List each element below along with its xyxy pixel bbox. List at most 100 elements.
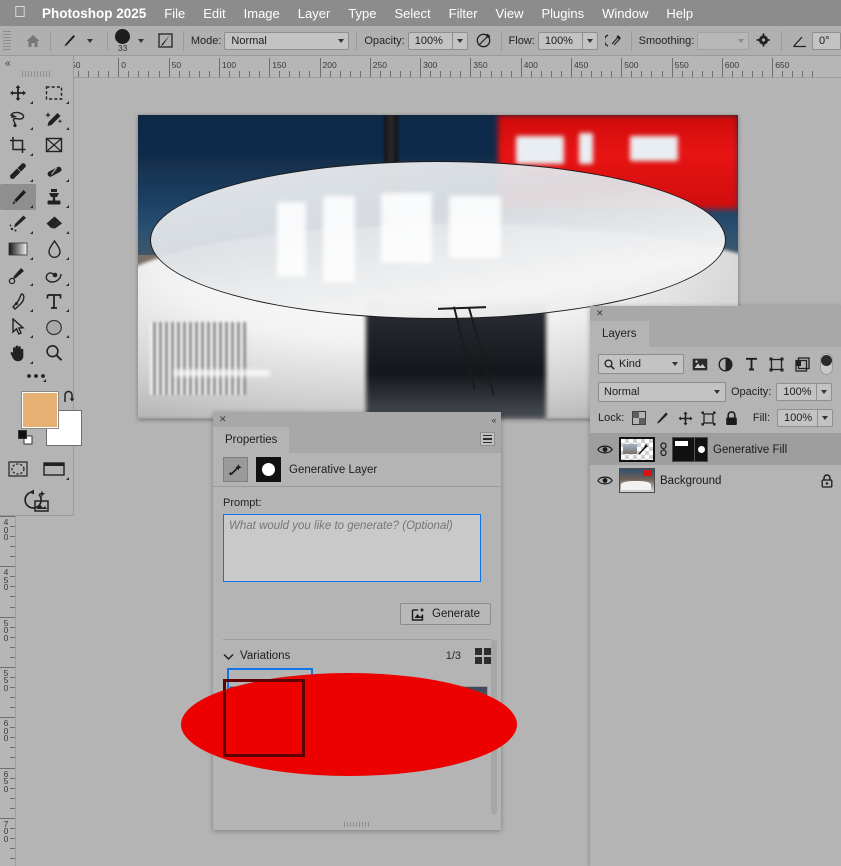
- home-icon[interactable]: [23, 30, 44, 52]
- menu-item-select[interactable]: Select: [395, 6, 431, 21]
- layer-row-generative-fill[interactable]: Generative Fill: [590, 434, 841, 465]
- fill-input[interactable]: 100%: [777, 409, 817, 427]
- frame-tool[interactable]: [36, 132, 72, 158]
- object-selection-tool[interactable]: [36, 106, 72, 132]
- more-tools-icon[interactable]: [0, 366, 73, 388]
- pen-tool[interactable]: [0, 288, 36, 314]
- shape-layer-filter-icon[interactable]: [767, 354, 787, 374]
- eye-icon[interactable]: [596, 475, 614, 486]
- properties-resize-grip[interactable]: [344, 822, 370, 827]
- menu-item-window[interactable]: Window: [602, 6, 648, 21]
- swap-colors-icon[interactable]: [62, 390, 78, 404]
- filter-toggle-icon[interactable]: [820, 353, 833, 375]
- crop-tool[interactable]: [0, 132, 36, 158]
- pen-tool-alt[interactable]: [36, 262, 72, 288]
- brush-panel-icon[interactable]: [155, 30, 176, 52]
- filter-kind-select[interactable]: Kind: [598, 354, 685, 374]
- history-brush-tool[interactable]: [0, 210, 36, 236]
- eye-icon[interactable]: [596, 444, 614, 455]
- lock-artboard-icon[interactable]: [700, 410, 716, 426]
- variation-thumbnail-3[interactable]: [406, 686, 488, 734]
- brush-size-caret[interactable]: [130, 30, 151, 52]
- menu-item-filter[interactable]: Filter: [449, 6, 478, 21]
- menu-item-file[interactable]: File: [164, 6, 185, 21]
- brush-tool[interactable]: [0, 184, 36, 210]
- smart-object-filter-icon[interactable]: [792, 354, 812, 374]
- menu-item-plugins[interactable]: Plugins: [541, 6, 584, 21]
- opacity-input[interactable]: 100%: [407, 31, 452, 50]
- path-selection-tool[interactable]: [0, 314, 36, 340]
- layer-blend-mode-select[interactable]: Normal: [598, 382, 726, 402]
- type-tool[interactable]: [36, 288, 72, 314]
- options-bar-grip[interactable]: [3, 30, 11, 51]
- collapse-panel-icon[interactable]: «: [5, 58, 10, 69]
- grid-view-icon[interactable]: [475, 648, 491, 664]
- gear-icon[interactable]: [753, 30, 774, 52]
- properties-scrollbar[interactable]: [491, 640, 497, 815]
- layer-mask-icon[interactable]: [256, 457, 281, 482]
- smoothing-select[interactable]: [697, 31, 750, 50]
- move-tool[interactable]: [0, 80, 36, 106]
- lock-position-icon[interactable]: [677, 410, 693, 426]
- collapse-panel-icon[interactable]: «: [491, 415, 496, 425]
- blend-mode-select[interactable]: Normal: [224, 31, 350, 50]
- clone-stamp-tool[interactable]: [36, 184, 72, 210]
- airbrush-icon[interactable]: [603, 30, 624, 52]
- eyedropper-tool[interactable]: [0, 158, 36, 184]
- lock-transparent-pixels-icon[interactable]: [631, 410, 647, 426]
- generative-fill-icon[interactable]: [15, 486, 59, 516]
- pixel-layer-filter-icon[interactable]: [690, 354, 710, 374]
- chevron-down-icon[interactable]: [223, 652, 234, 661]
- layer-mask-thumbnail[interactable]: [672, 437, 708, 462]
- pressure-opacity-icon[interactable]: [473, 30, 494, 52]
- type-layer-filter-icon[interactable]: [741, 354, 761, 374]
- menu-item-view[interactable]: View: [496, 6, 524, 21]
- zoom-tool[interactable]: [36, 340, 72, 366]
- lock-icon[interactable]: [821, 473, 833, 488]
- menu-item-image[interactable]: Image: [244, 6, 280, 21]
- prompt-input[interactable]: [223, 514, 481, 582]
- tab-properties[interactable]: Properties: [213, 427, 290, 453]
- layers-titlebar[interactable]: ✕: [590, 306, 841, 321]
- dodge-tool[interactable]: [0, 262, 36, 288]
- layer-opacity-input[interactable]: 100%: [776, 383, 817, 401]
- lock-image-pixels-icon[interactable]: [654, 410, 670, 426]
- layer-thumbnail[interactable]: [619, 468, 655, 493]
- properties-titlebar[interactable]: ✕ «: [213, 412, 501, 427]
- close-icon[interactable]: ✕: [596, 308, 604, 319]
- generative-layer-icon[interactable]: [223, 457, 248, 482]
- brush-preset-caret[interactable]: [79, 30, 100, 52]
- tools-panel-grip[interactable]: [21, 71, 52, 77]
- link-icon[interactable]: [660, 442, 667, 457]
- generate-button[interactable]: Generate: [400, 603, 491, 625]
- opacity-stepper[interactable]: [451, 31, 468, 50]
- default-colors-icon[interactable]: [18, 430, 33, 445]
- quick-mask-icon[interactable]: [0, 456, 36, 482]
- variation-thumbnail-2[interactable]: [321, 686, 403, 734]
- menu-item-layer[interactable]: Layer: [298, 6, 331, 21]
- menu-item-help[interactable]: Help: [666, 6, 693, 21]
- panel-menu-icon[interactable]: [480, 432, 495, 446]
- hand-tool[interactable]: [0, 340, 36, 366]
- layer-row-background[interactable]: Background: [590, 465, 841, 496]
- brush-preset-icon[interactable]: [58, 30, 79, 52]
- lock-all-icon[interactable]: [723, 410, 739, 426]
- ellipse-shape-tool[interactable]: [36, 314, 72, 340]
- menu-item-type[interactable]: Type: [348, 6, 376, 21]
- apple-logo-icon[interactable]: : [14, 5, 26, 21]
- gradient-tool[interactable]: [0, 236, 36, 262]
- screen-mode-icon[interactable]: [36, 456, 72, 482]
- close-icon[interactable]: ✕: [219, 414, 227, 425]
- lasso-tool[interactable]: [0, 106, 36, 132]
- fill-stepper[interactable]: [817, 409, 833, 427]
- flow-stepper[interactable]: [581, 31, 598, 50]
- variations-header[interactable]: Variations 1/3: [213, 640, 501, 666]
- angle-input[interactable]: 0°: [812, 31, 841, 50]
- rectangular-marquee-tool[interactable]: [36, 80, 72, 106]
- adjustment-layer-filter-icon[interactable]: [716, 354, 736, 374]
- flow-input[interactable]: 100%: [537, 31, 582, 50]
- angle-icon[interactable]: [789, 30, 810, 52]
- spot-healing-brush-tool[interactable]: [36, 158, 72, 184]
- blur-tool[interactable]: [36, 236, 72, 262]
- layer-opacity-stepper[interactable]: [816, 383, 833, 401]
